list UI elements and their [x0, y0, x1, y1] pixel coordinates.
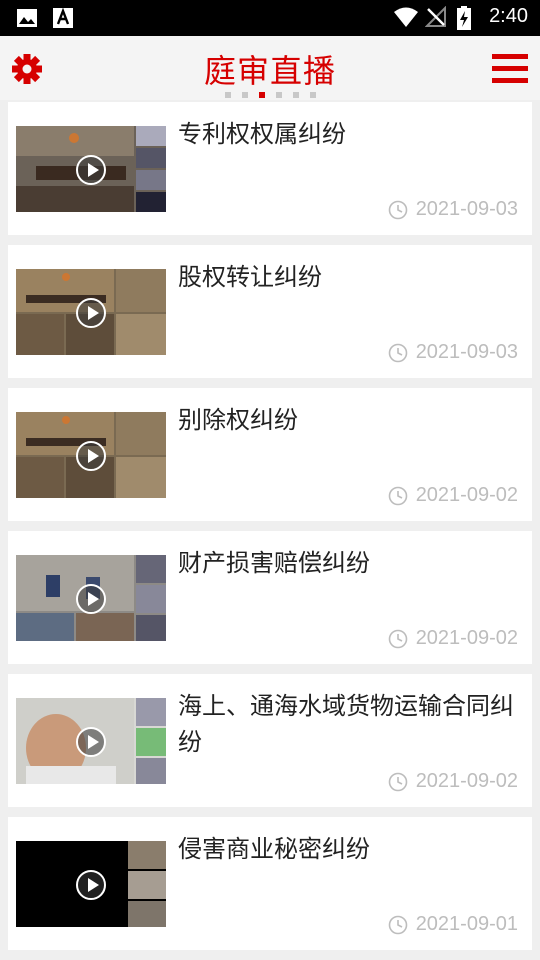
- trial-card[interactable]: 财产损害赔偿纠纷 2021-09-02: [8, 531, 532, 664]
- play-icon[interactable]: [76, 441, 106, 471]
- trial-date: 2021-09-02: [415, 484, 518, 506]
- video-thumbnail[interactable]: [16, 126, 166, 212]
- menu-icon[interactable]: [492, 52, 528, 86]
- trial-date: 2021-09-01: [415, 913, 518, 935]
- image-icon: [16, 7, 38, 29]
- play-icon[interactable]: [76, 298, 106, 328]
- trial-date-row: 2021-09-03: [388, 198, 518, 221]
- video-thumbnail[interactable]: [16, 841, 166, 927]
- page-dot: [292, 92, 299, 98]
- page-dot: [275, 92, 282, 98]
- clock-icon: [388, 343, 407, 362]
- trial-title: 侵害商业秘密纠纷: [178, 835, 370, 863]
- trial-title: 海上、通海水域货物运输合同纠纷: [178, 692, 514, 756]
- trial-date: 2021-09-03: [415, 198, 518, 220]
- trial-date-row: 2021-09-02: [388, 484, 518, 507]
- video-thumbnail[interactable]: [16, 555, 166, 641]
- trial-date-row: 2021-09-03: [388, 341, 518, 364]
- clock-time: 2:40: [489, 5, 528, 27]
- trial-date: 2021-09-02: [415, 627, 518, 649]
- app-header: 庭审直播: [0, 36, 540, 100]
- clock-icon: [388, 629, 407, 648]
- trial-list: 专利权权属纠纷 2021-09-03 股权转让纠纷 2021-09-03 别除权纠纷 20…: [8, 102, 532, 960]
- play-icon[interactable]: [76, 155, 106, 185]
- trial-card[interactable]: 侵害商业秘密纠纷 2021-09-01: [8, 817, 532, 950]
- trial-date-row: 2021-09-01: [388, 913, 518, 936]
- trial-date: 2021-09-02: [415, 770, 518, 792]
- trial-title: 专利权权属纠纷: [178, 120, 346, 148]
- page-dot: [309, 92, 316, 98]
- trial-date: 2021-09-03: [415, 341, 518, 363]
- trial-title: 股权转让纠纷: [178, 263, 322, 291]
- video-thumbnail[interactable]: [16, 269, 166, 355]
- trial-date-row: 2021-09-02: [388, 627, 518, 650]
- trial-title: 别除权纠纷: [178, 406, 298, 434]
- page-title: 庭审直播: [203, 52, 336, 90]
- trial-card[interactable]: 专利权权属纠纷 2021-09-03: [8, 102, 532, 235]
- play-icon[interactable]: [76, 870, 106, 900]
- video-thumbnail[interactable]: [16, 412, 166, 498]
- page-dot: [224, 92, 231, 98]
- trial-card[interactable]: 海上、通海水域货物运输合同纠纷 2021-09-02: [8, 674, 532, 807]
- a-letter-icon: [52, 7, 74, 29]
- video-thumbnail[interactable]: [16, 698, 166, 784]
- page-indicator: [0, 92, 540, 98]
- trial-card[interactable]: 股权转让纠纷 2021-09-03: [8, 245, 532, 378]
- page-dot: [258, 92, 265, 98]
- clock-icon: [388, 200, 407, 219]
- play-icon[interactable]: [76, 584, 106, 614]
- battery-charging-icon: [457, 5, 479, 30]
- status-bar: 2:40: [0, 0, 540, 36]
- clock-icon: [388, 486, 407, 505]
- page-dot: [241, 92, 248, 98]
- trial-date-row: 2021-09-02: [388, 770, 518, 793]
- wifi-icon: [393, 6, 419, 28]
- clock-icon: [388, 772, 407, 791]
- play-icon[interactable]: [76, 727, 106, 757]
- trial-card[interactable]: 别除权纠纷 2021-09-02: [8, 388, 532, 521]
- trial-title: 财产损害赔偿纠纷: [178, 549, 370, 577]
- no-signal-icon: [424, 5, 447, 28]
- clock-icon: [388, 915, 407, 934]
